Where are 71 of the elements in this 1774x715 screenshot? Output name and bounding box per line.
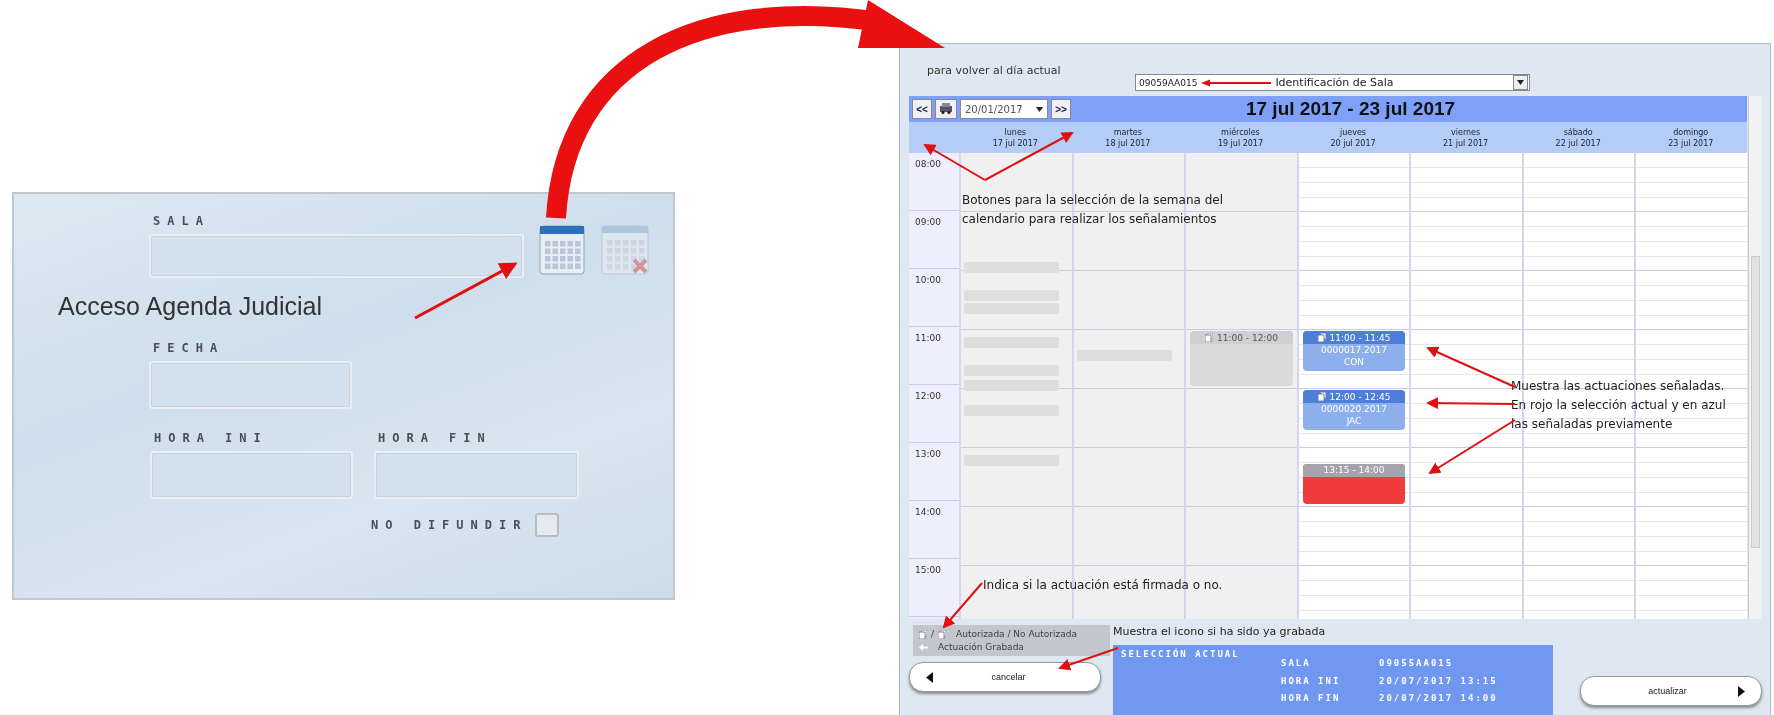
document-icon	[1317, 333, 1326, 342]
input-field[interactable]	[149, 361, 352, 409]
document-icon	[938, 629, 947, 639]
event-time: 11:00 - 11:45	[1329, 331, 1391, 344]
left-triangle-icon	[926, 671, 933, 683]
room-select[interactable]: 09059AA015 Identificación de Sala	[1135, 74, 1530, 91]
dropdown-caret-icon	[1513, 75, 1528, 90]
input-field[interactable]	[150, 451, 353, 499]
calendar-icon[interactable]	[538, 224, 586, 276]
event-code: JAC	[1345, 415, 1363, 427]
annotation-arrow	[942, 582, 983, 629]
selection-value: 20/07/2017 13:15	[1379, 675, 1498, 688]
event-time: 13:15 - 14:00	[1323, 464, 1385, 477]
selection-label: SALA	[1281, 658, 1312, 670]
right-triangle-icon	[1738, 685, 1745, 697]
field-label: HORA FIN	[378, 431, 493, 445]
field-label: HORA INI	[154, 431, 269, 445]
annotation-text: Identificación de Sala	[1275, 76, 1395, 89]
annotation-text: Acceso Agenda Judicial	[58, 292, 324, 321]
event-time: 11:00 - 12:00	[1217, 331, 1278, 344]
legend-label: Actuación Grabada	[938, 642, 1024, 652]
car-icon	[939, 102, 953, 114]
arrow-icon	[1201, 78, 1272, 87]
date-field[interactable]: 20/01/2017	[960, 99, 1048, 119]
previous-week-button[interactable]: <<	[912, 99, 932, 119]
input-field[interactable]	[149, 234, 524, 278]
checkbox[interactable]	[535, 513, 560, 537]
panel-title: SELECCIÓN ACTUAL	[1121, 649, 1241, 661]
legend-label: Autorizada / No Autorizada	[956, 629, 1078, 639]
selection-value: 20/07/2017 14:00	[1379, 693, 1498, 706]
selection-label: HORA FIN	[1281, 693, 1342, 706]
header-corner	[909, 122, 959, 153]
field-label: FECHA	[153, 341, 226, 355]
hint-text: para volver al día actual	[927, 64, 1062, 77]
day-header: viernes 21 jul 2017	[1409, 122, 1522, 153]
update-button[interactable]: actualizar	[1580, 676, 1762, 706]
day-header: lunes 17 jul 2017	[959, 122, 1072, 153]
field-label: SALA	[153, 214, 211, 228]
day-header: sábado 22 jul 2017	[1521, 122, 1635, 153]
day-header: jueves 20 jul 2017	[1296, 122, 1410, 153]
selection-value: 09055AA015	[1379, 658, 1455, 670]
annotation-text: Botones para la selección de la semana del calendario para realizar los señalamientos	[962, 192, 1224, 228]
select-value: 09059AA015	[1139, 77, 1198, 88]
legend-separator: /	[931, 629, 935, 639]
document-icon	[919, 629, 927, 639]
scrollbar[interactable]	[1748, 96, 1762, 619]
event-code: CON	[1342, 356, 1366, 368]
today-button[interactable]	[935, 99, 957, 119]
day-header: domingo 23 jul 2017	[1634, 122, 1748, 153]
calendar-delete-icon[interactable]	[600, 224, 652, 276]
annotation-text: Indica si la actuación está firmada o no.	[983, 577, 1224, 594]
event-case: 0000020.2017	[1320, 403, 1388, 415]
annotation-text: Muestra el icono si ha sido ya grabada	[1113, 625, 1327, 640]
event-case: 0000017.2017	[1320, 344, 1388, 356]
day-header: martes 18 jul 2017	[1071, 122, 1185, 153]
document-icon	[1317, 392, 1326, 401]
annotation-arrow	[1058, 647, 1119, 671]
event-block[interactable]: 12:00 - 12:45 0000020.2017 JAC	[1302, 390, 1406, 431]
event-block[interactable]: 11:00 - 12:00	[1190, 331, 1293, 386]
dropdown-caret-icon	[1036, 106, 1043, 112]
checkbox-label: NO DIFUNDIR	[371, 518, 528, 532]
arrow-icon	[919, 643, 928, 651]
input-field[interactable]	[374, 451, 579, 499]
next-week-button[interactable]: >>	[1051, 99, 1071, 119]
cancel-button[interactable]: cancelar	[909, 662, 1101, 692]
event-block[interactable]: 11:00 - 11:45 0000017.2017 CON	[1302, 331, 1406, 372]
event-time: 12:00 - 12:45	[1329, 390, 1391, 403]
day-header: miércoles 19 jul 2017	[1184, 122, 1297, 153]
document-icon	[1205, 333, 1213, 342]
selection-label: HORA INI	[1281, 675, 1342, 688]
week-title: 17 jul 2017 - 23 jul 2017	[1244, 98, 1457, 120]
